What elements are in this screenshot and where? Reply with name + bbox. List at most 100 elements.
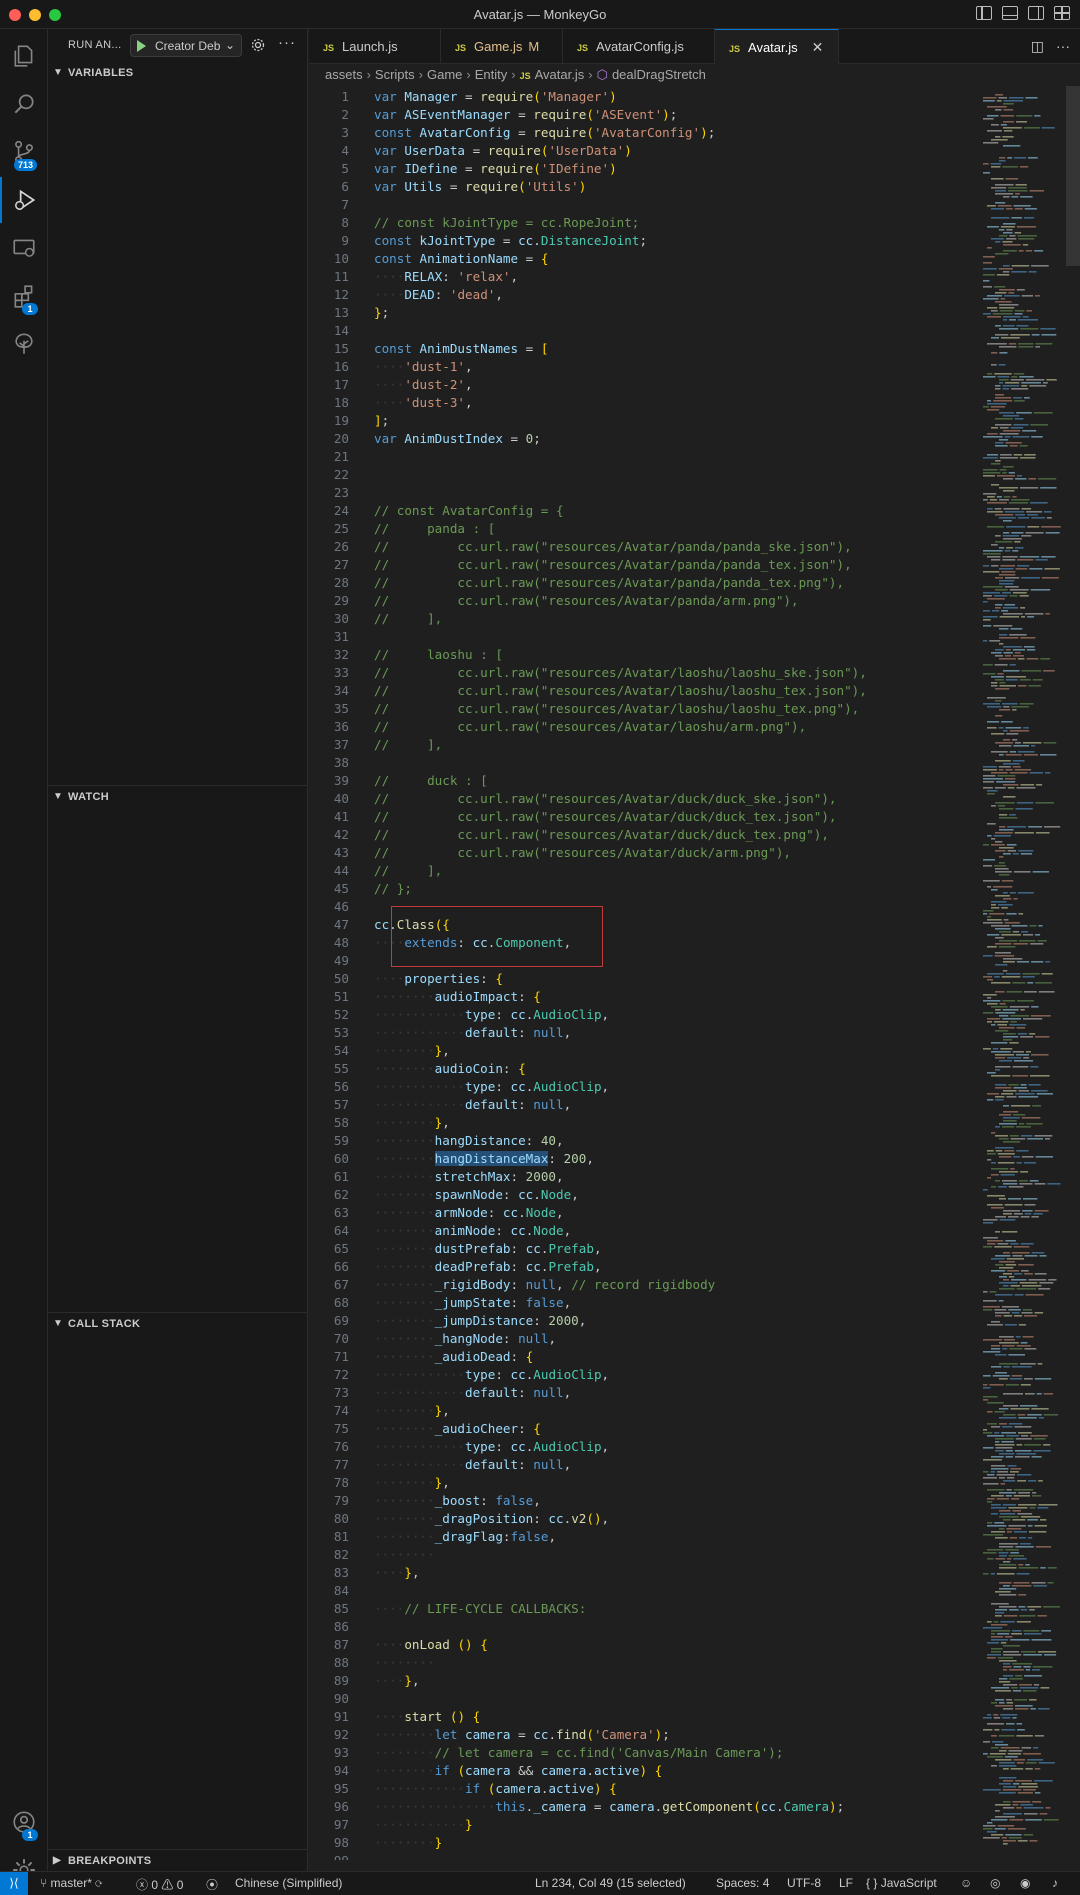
code-line[interactable]: 98 ········} [309,1834,979,1852]
search-icon[interactable] [0,81,48,127]
notifications-bell-icon[interactable]: ♪ [1052,1876,1058,1890]
end-of-line[interactable]: LF [839,1876,853,1890]
code-line[interactable]: 97 ············} [309,1816,979,1834]
code-line[interactable]: 54 ········}, [309,1042,979,1060]
code-line[interactable]: 9 const kJointType = cc.DistanceJoint; [309,232,979,250]
code-line[interactable]: 31 [309,628,979,646]
open-launch-json-gear-icon[interactable] [250,37,266,53]
branch-status[interactable]: ⑂ master* ⟳ [40,1876,102,1890]
code-line[interactable]: 36// cc.url.raw("resources/Avatar/laoshu… [309,718,979,736]
encoding[interactable]: UTF-8 [787,1876,821,1890]
code-line[interactable]: 89 ····}, [309,1672,979,1690]
breadcrumb-item[interactable]: dealDragStretch [612,67,706,82]
accounts-status-icon[interactable]: ◎ [990,1876,1000,1890]
code-line[interactable]: 40// cc.url.raw("resources/Avatar/duck/d… [309,790,979,808]
code-line[interactable]: 61 ········stretchMax: 2000, [309,1168,979,1186]
launch-config-dropdown[interactable]: Creator Debug ⌄ [130,34,242,57]
code-line[interactable]: 13}; [309,304,979,322]
call-stack-section-header[interactable]: ▼ CALL STACK [48,1313,308,1335]
code-line[interactable]: 76 ············type: cc.AudioClip, [309,1438,979,1456]
code-line[interactable]: 35// cc.url.raw("resources/Avatar/laoshu… [309,700,979,718]
code-line[interactable]: 52 ············type: cc.AudioClip, [309,1006,979,1024]
run-and-debug-icon[interactable] [0,177,48,223]
code-line[interactable]: 86 [309,1618,979,1636]
code-line[interactable]: 84 [309,1582,979,1600]
remote-explorer-icon[interactable] [0,225,48,271]
source-control-icon[interactable]: 713 [0,129,48,175]
code-line[interactable]: 79 ········_boost: false, [309,1492,979,1510]
variables-section-header[interactable]: ▼ VARIABLES [48,62,308,84]
code-line[interactable]: 55 ········audioCoin: { [309,1060,979,1078]
code-line[interactable]: 81 ········_dragFlag:false, [309,1528,979,1546]
tab-game-js[interactable]: JS Game.js M [441,29,563,64]
code-line[interactable]: 72 ············type: cc.AudioClip, [309,1366,979,1384]
cursor-position[interactable]: Ln 234, Col 49 (15 selected) [535,1876,686,1890]
tab-launch-js[interactable]: JS Launch.js [309,29,441,64]
customize-layout-icon[interactable] [1054,6,1070,20]
code-line[interactable]: 73 ············default: null, [309,1384,979,1402]
code-line[interactable]: 85 ····// LIFE-CYCLE CALLBACKS: [309,1600,979,1618]
tree-icon[interactable] [0,321,48,367]
code-line[interactable]: 90 [309,1690,979,1708]
indentation[interactable]: Spaces: 4 [716,1876,769,1890]
code-line[interactable]: 38 [309,754,979,772]
code-line[interactable]: 16 ····'dust-1', [309,358,979,376]
code-line[interactable]: 33// cc.url.raw("resources/Avatar/laoshu… [309,664,979,682]
code-line[interactable]: 41// cc.url.raw("resources/Avatar/duck/d… [309,808,979,826]
code-line[interactable]: 51 ········audioImpact: { [309,988,979,1006]
code-line[interactable]: 69 ········_jumpDistance: 2000, [309,1312,979,1330]
code-line[interactable]: 67 ········_rigidBody: null, // record ri… [309,1276,979,1294]
toggle-panel-icon[interactable] [1002,6,1018,20]
problems-status[interactable]: ⓧ 0 ⚠ 0 [136,1876,183,1893]
code-line[interactable]: 25// panda : [ [309,520,979,538]
code-line[interactable]: 56 ············type: cc.AudioClip, [309,1078,979,1096]
code-line[interactable]: 80 ········_dragPosition: cc.v2(), [309,1510,979,1528]
code-line[interactable]: 27// cc.url.raw("resources/Avatar/panda/… [309,556,979,574]
code-line[interactable]: 64 ········animNode: cc.Node, [309,1222,979,1240]
broadcast-icon[interactable]: ⦿ [206,1876,218,1893]
more-actions-icon[interactable]: ··· [278,34,296,51]
close-tab-icon[interactable]: ✕ [812,39,824,55]
code-line[interactable]: 50 ····properties: { [309,970,979,988]
code-line[interactable]: 5 var IDefine = require('IDefine') [309,160,979,178]
code-line[interactable]: 39// duck : [ [309,772,979,790]
code-line[interactable]: 58 ········}, [309,1114,979,1132]
code-line[interactable]: 82 ········ [309,1546,979,1564]
feedback-icon[interactable]: ◉ [1020,1876,1030,1890]
code-line[interactable]: 34// cc.url.raw("resources/Avatar/laoshu… [309,682,979,700]
code-line[interactable]: 4 var UserData = require('UserData') [309,142,979,160]
ime-language[interactable]: Chinese (Simplified) [235,1876,342,1890]
breadcrumb-item[interactable]: Avatar.js [535,67,585,82]
minimap[interactable] [979,86,1080,1860]
code-line[interactable]: 75 ········_audioCheer: { [309,1420,979,1438]
tab-avatar-js[interactable]: JS Avatar.js ✕ [715,29,839,64]
code-line[interactable]: 70 ········_hangNode: null, [309,1330,979,1348]
code-line[interactable]: 57 ············default: null, [309,1096,979,1114]
code-line[interactable]: 19]; [309,412,979,430]
code-line[interactable]: 29// cc.url.raw("resources/Avatar/panda/… [309,592,979,610]
code-line[interactable]: 96 ················this._camera = camera.… [309,1798,979,1816]
code-line[interactable]: 11 ····RELAX: 'relax', [309,268,979,286]
code-line[interactable]: 3 const AvatarConfig = require('AvatarCon… [309,124,979,142]
code-line[interactable]: 7 [309,196,979,214]
breadcrumb-item[interactable]: Scripts [375,67,415,82]
code-editor[interactable]: 1 var Manager = require('Manager') 2 var AS… [309,86,979,1860]
code-line[interactable]: 23 [309,484,979,502]
code-line[interactable]: 65 ········dustPrefab: cc.Prefab, [309,1240,979,1258]
code-line[interactable]: 1 var Manager = require('Manager') [309,88,979,106]
code-line[interactable]: 14 [309,322,979,340]
breadcrumb-item[interactable]: Game [427,67,462,82]
breakpoints-section-header[interactable]: ▶ BREAKPOINTS [48,1850,308,1872]
code-line[interactable]: 60 ········hangDistanceMax: 200, [309,1150,979,1168]
code-line[interactable]: 15 const AnimDustNames = [ [309,340,979,358]
remote-indicator-icon[interactable]: ⟩⟨ [0,1872,28,1895]
code-line[interactable]: 44// ], [309,862,979,880]
breadcrumb-item[interactable]: Entity [475,67,508,82]
code-line[interactable]: 26// cc.url.raw("resources/Avatar/panda/… [309,538,979,556]
code-line[interactable]: 8// const kJointType = cc.RopeJoint; [309,214,979,232]
minimap-slider[interactable] [1066,86,1080,266]
code-line[interactable]: 53 ············default: null, [309,1024,979,1042]
code-line[interactable]: 83 ····}, [309,1564,979,1582]
code-line[interactable]: 93 ········// let camera = cc.find('Canva… [309,1744,979,1762]
code-line[interactable]: 62 ········spawnNode: cc.Node, [309,1186,979,1204]
